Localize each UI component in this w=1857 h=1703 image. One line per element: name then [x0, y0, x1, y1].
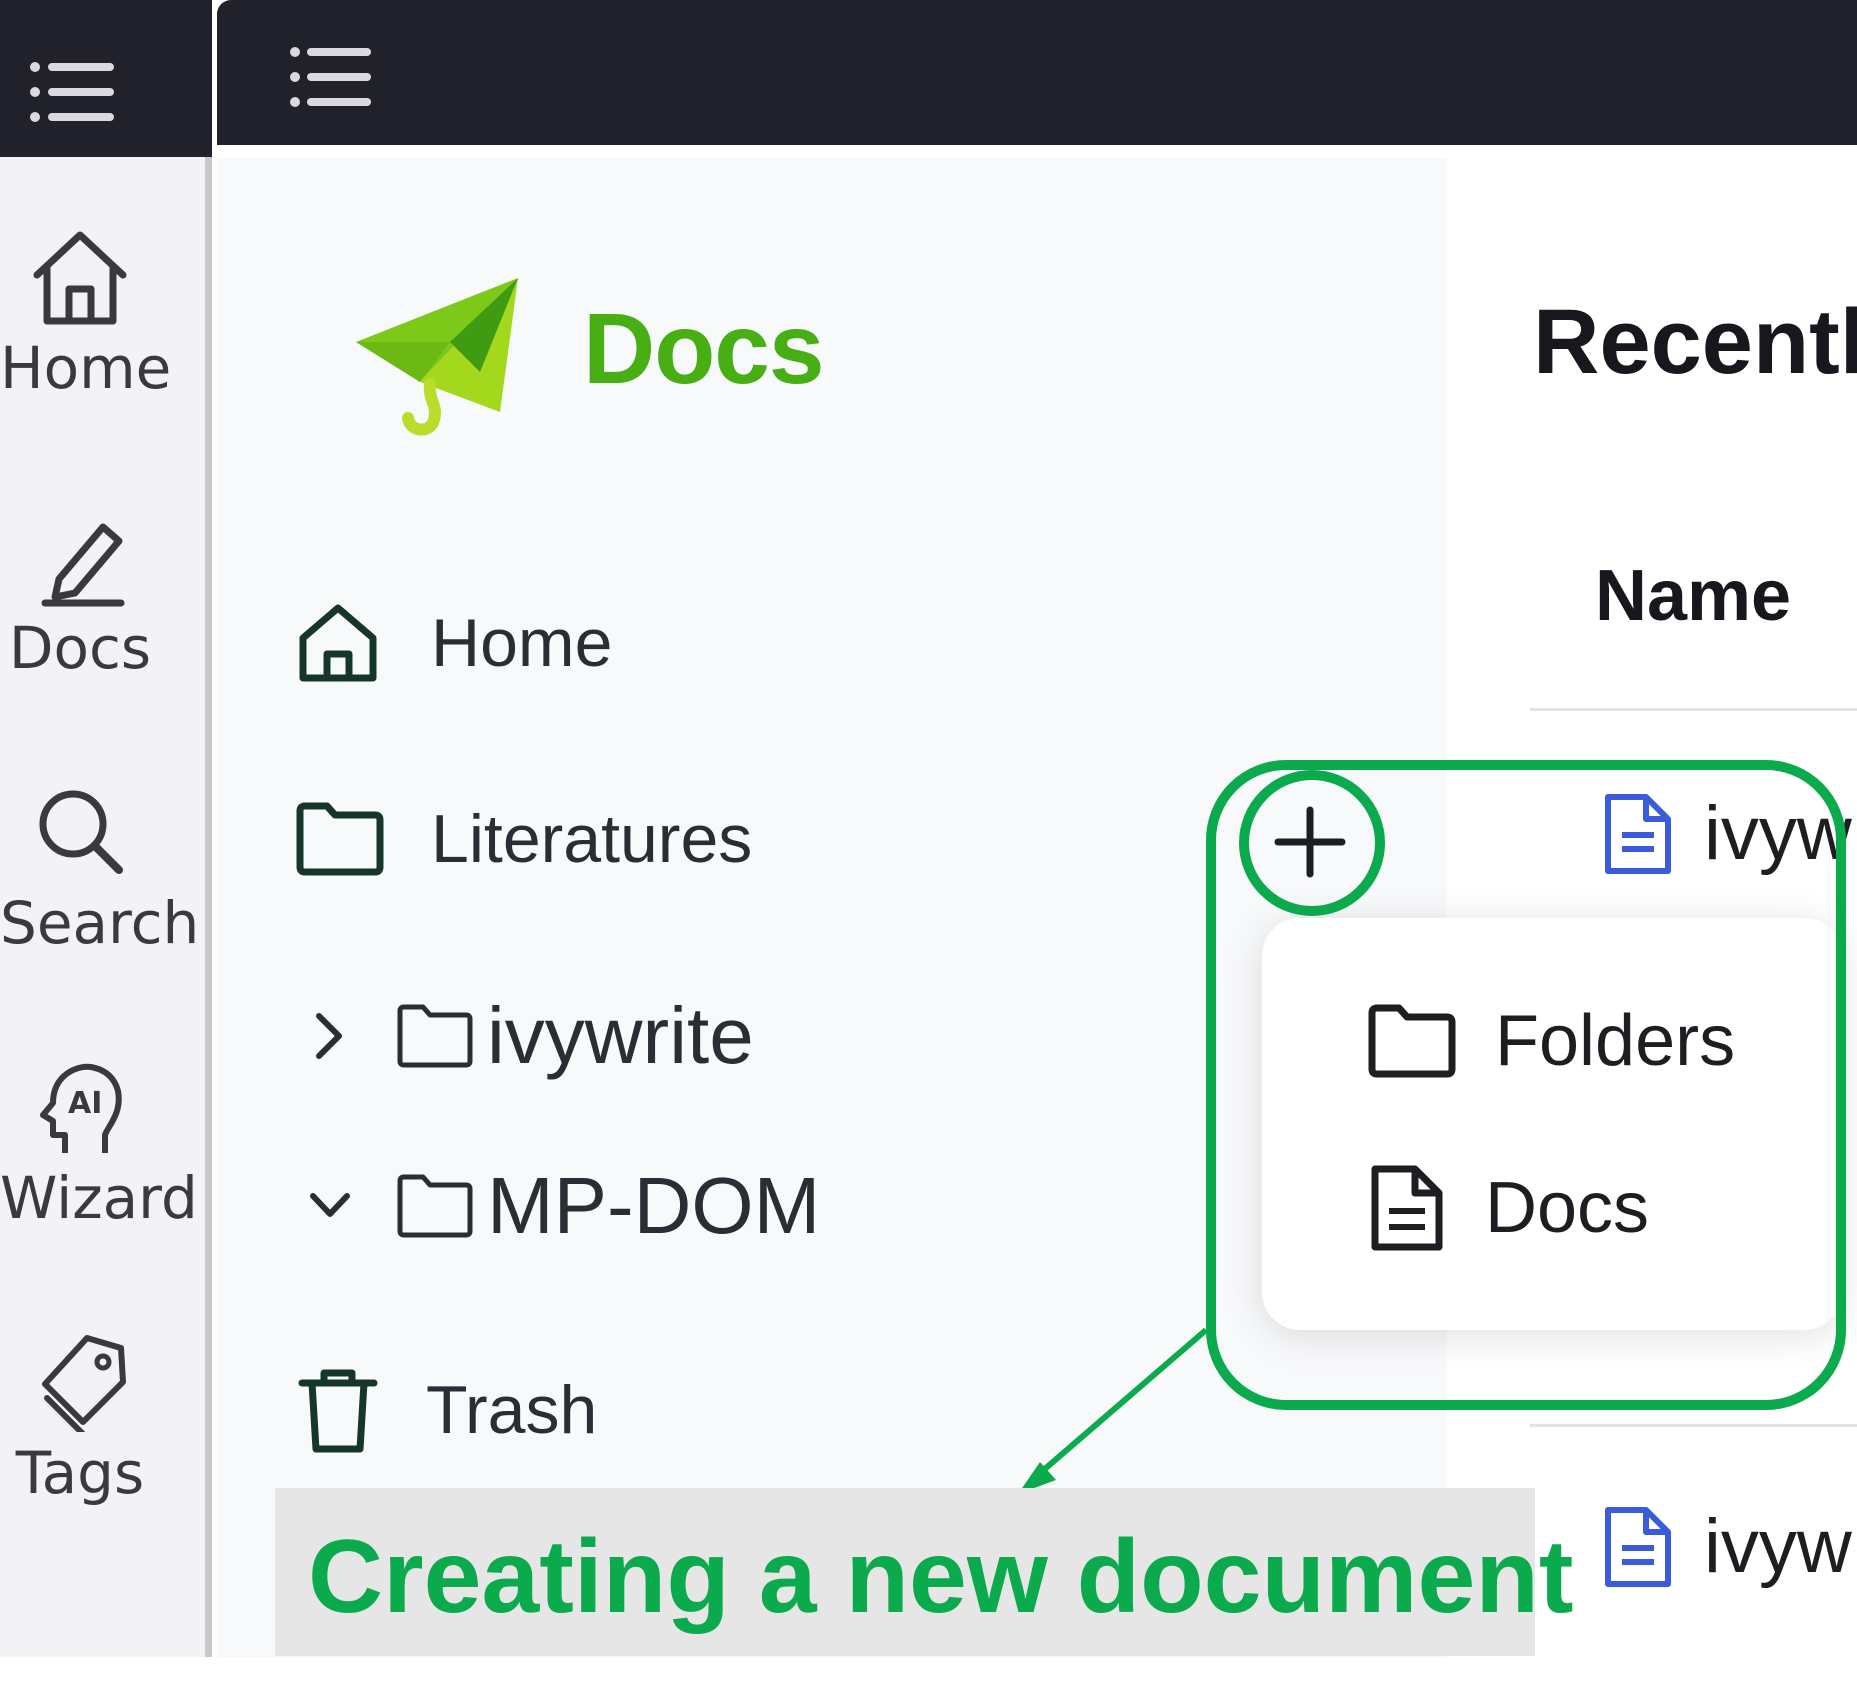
- tree-item-label: ivywrite: [487, 991, 754, 1080]
- rail-item-label: Docs: [8, 614, 152, 682]
- sidebar-item-label: Literatures: [431, 801, 753, 877]
- icon-rail: Home Docs Search AI Wizard Tags: [0, 157, 212, 1657]
- hamburger-icon[interactable]: [28, 60, 114, 124]
- sidebar-item-literatures[interactable]: Literatures: [295, 800, 752, 878]
- divider: [1530, 1424, 1857, 1427]
- tree-item-mp-dom[interactable]: MP-DOM: [305, 1160, 820, 1252]
- sidebar-item-label: Home: [431, 605, 613, 681]
- rail-header: [0, 0, 212, 157]
- column-header-name[interactable]: Name: [1595, 555, 1791, 637]
- document-icon: [1605, 1506, 1671, 1587]
- rail-item-docs[interactable]: Docs: [0, 507, 160, 683]
- plus-icon: [1274, 806, 1346, 878]
- file-name: ivyw: [1704, 791, 1852, 876]
- rail-item-tags[interactable]: Tags: [0, 1332, 160, 1508]
- pen-icon: [41, 523, 125, 607]
- new-item-menu: Folders Docs: [1262, 918, 1842, 1330]
- bottom-margin: [0, 1657, 1857, 1703]
- menu-item-docs[interactable]: Docs: [1367, 1163, 1649, 1253]
- tree-item-ivywrite[interactable]: ivywrite: [305, 990, 754, 1082]
- sidebar-item-label: Trash: [426, 1372, 598, 1448]
- folder-icon: [397, 1004, 473, 1068]
- ai-head-icon: AI: [40, 1063, 122, 1153]
- file-name: ivyw: [1704, 1504, 1852, 1589]
- page-title: Recentl: [1533, 291, 1857, 393]
- rail-item-label: Home: [0, 334, 172, 402]
- rail-item-search[interactable]: Search: [0, 782, 200, 958]
- brand-name: Docs: [583, 293, 825, 405]
- tag-icon: [42, 1335, 126, 1432]
- hamburger-icon[interactable]: [289, 46, 371, 108]
- divider: [1530, 708, 1857, 711]
- trash-icon: [298, 1369, 378, 1453]
- menu-item-label: Folders: [1495, 1001, 1736, 1081]
- document-icon: [1371, 1165, 1443, 1251]
- rail-item-label: Wizard: [0, 1164, 198, 1232]
- annotation-caption: Creating a new document: [308, 1519, 1574, 1635]
- menu-item-label: Docs: [1485, 1168, 1650, 1248]
- tree-item-label: MP-DOM: [487, 1161, 821, 1250]
- sidebar-item-home[interactable]: Home: [295, 600, 612, 686]
- document-icon: [1605, 793, 1671, 874]
- top-bar: [217, 0, 1857, 145]
- folder-icon: [1368, 1004, 1456, 1078]
- menu-item-folders[interactable]: Folders: [1367, 1000, 1735, 1082]
- search-icon: [39, 790, 123, 874]
- folder-icon: [296, 802, 384, 876]
- rail-item-label: Tags: [15, 1439, 145, 1507]
- rail-item-wizard[interactable]: AI Wizard: [0, 1057, 198, 1233]
- chevron-down-icon[interactable]: [305, 1176, 355, 1236]
- sidebar-item-trash[interactable]: Trash: [298, 1365, 597, 1455]
- svg-text:AI: AI: [68, 1086, 102, 1121]
- folder-icon: [397, 1174, 473, 1238]
- home-icon: [33, 231, 127, 325]
- new-item-button[interactable]: [1240, 772, 1380, 912]
- file-row[interactable]: ivyw: [1600, 790, 1852, 877]
- file-row[interactable]: ivyw: [1600, 1503, 1852, 1590]
- paper-plane-logo: [356, 278, 518, 436]
- rail-item-home[interactable]: Home: [0, 227, 172, 403]
- home-icon: [299, 604, 377, 682]
- rail-item-label: Search: [0, 889, 200, 957]
- chevron-right-icon[interactable]: [305, 1006, 355, 1066]
